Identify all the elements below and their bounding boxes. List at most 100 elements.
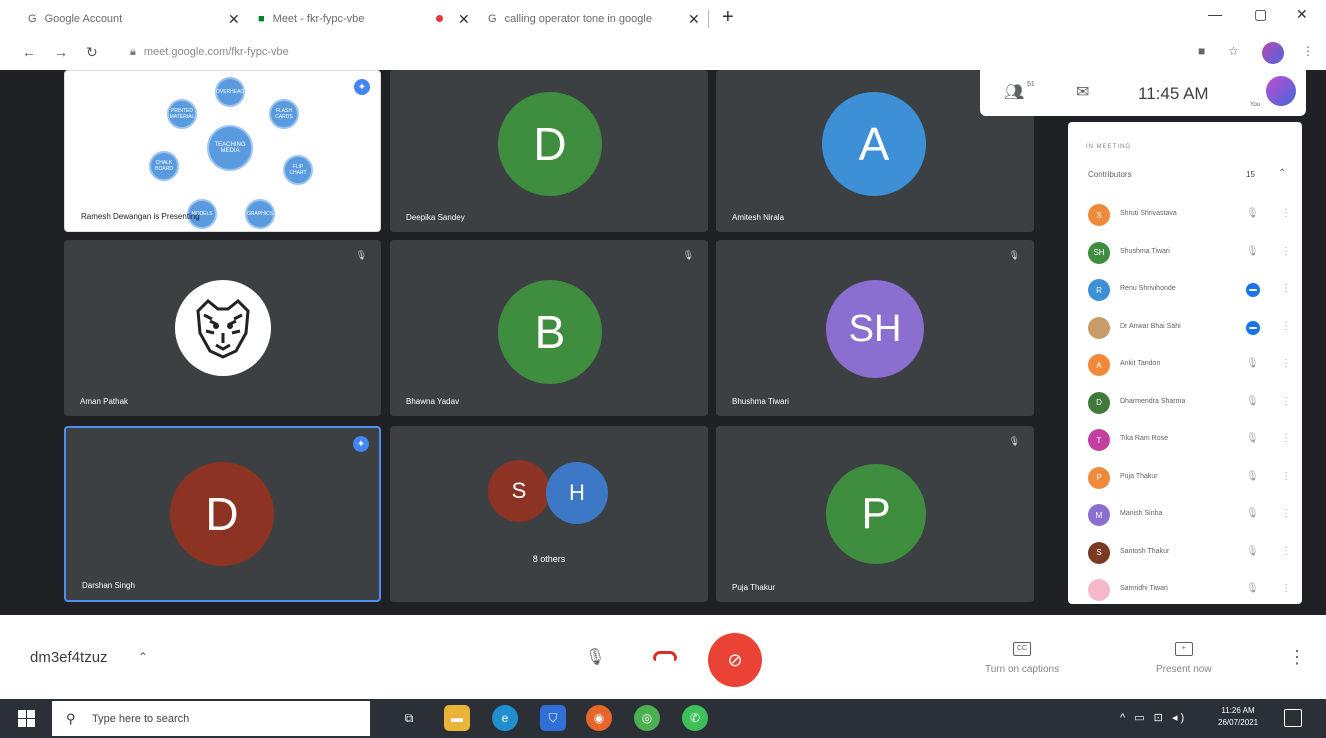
participant-avatar: R <box>1088 279 1110 301</box>
others-tile[interactable]: S H 8 others <box>390 426 708 602</box>
search-icon: ⚲ <box>66 711 76 726</box>
participant-name: Ankit Tandon <box>1120 360 1161 367</box>
pin-icon[interactable]: ✦ <box>353 436 369 452</box>
participant-row[interactable]: S Shruti Shrivastava 🎙︎ ⋮ <box>1088 204 1291 226</box>
close-icon[interactable]: ✕ <box>458 11 470 28</box>
close-icon[interactable]: ✕ <box>228 11 240 28</box>
back-button[interactable]: ← <box>22 44 36 60</box>
diagram-node: FLIP CHART <box>283 155 313 185</box>
meeting-clock: 11:45 AM <box>1138 84 1209 103</box>
meeting-code[interactable]: dm3ef4tzuz <box>30 649 108 666</box>
close-icon[interactable]: ✕ <box>688 11 700 28</box>
panel-heading: IN MEETING <box>1086 144 1132 150</box>
avatar <box>175 280 271 376</box>
camera-off-button[interactable]: ⊘ <box>708 633 762 687</box>
firefox-icon[interactable]: ◉ <box>586 705 612 731</box>
participant-row[interactable]: Samridhi Tiwari 🎙︎ ⋮ <box>1088 579 1291 601</box>
microphone-button[interactable]: 🎙︎ <box>585 647 605 667</box>
participant-name: Renu Shrivihonde <box>1120 285 1176 292</box>
participant-avatar <box>1088 579 1110 601</box>
chevron-up-icon[interactable]: ⌃ <box>138 650 148 664</box>
chevron-up-icon[interactable]: ⌃ <box>1278 168 1286 179</box>
mic-off-icon: 🎙︎ <box>1246 470 1259 482</box>
captions-button[interactable]: CC Turn on captions <box>985 637 1059 675</box>
whatsapp-icon[interactable]: ✆ <box>682 705 708 731</box>
participant-row[interactable]: SH Shushma Tiwari 🎙︎ ⋮ <box>1088 241 1291 264</box>
participant-tile[interactable]: 🎙︎ P Puja Thakur <box>716 426 1034 602</box>
participant-tile-active-speaker[interactable]: ✦ D Darshan Singh <box>64 426 381 602</box>
minimize-button[interactable]: — <box>1208 6 1222 22</box>
participant-tile[interactable]: D Deepika Sandey <box>390 70 708 232</box>
diagram-center-node: TEACHING MEDIA <box>207 125 253 171</box>
participant-row[interactable]: R Renu Shrivihonde ⋮ <box>1088 279 1291 301</box>
new-tab-button[interactable]: + <box>722 6 734 29</box>
participant-name: Santosh Thakur <box>1120 547 1170 555</box>
people-icon[interactable]: 👥︎ <box>1004 82 1024 102</box>
tab-meet[interactable]: ■ Meet - fkr-fypc-vbe ✕ <box>258 6 483 32</box>
participant-name: Bhushma Tiwari <box>732 397 789 406</box>
presentation-tile[interactable]: TEACHING MEDIA OVERHEAD FLASH CARDS FLIP… <box>64 70 381 232</box>
avatar: SH <box>826 280 924 378</box>
url-field[interactable]: 🔒︎ meet.google.com/fkr-fypc-vbe <box>130 46 289 59</box>
participant-row[interactable]: D Dharmendra Sharma 🎙︎ ⋮ <box>1088 391 1291 414</box>
more-options-icon[interactable]: ⋮ <box>1281 471 1291 482</box>
participant-tile[interactable]: 🎙︎ Aman Pathak <box>64 240 381 416</box>
window-close-button[interactable]: ✕ <box>1296 6 1308 23</box>
participant-row[interactable]: P Puja Thakur 🎙︎ ⋮ <box>1088 466 1291 489</box>
taskbar-clock[interactable]: 11:26 AM 26/07/2021 <box>1218 705 1258 729</box>
participant-avatar: S <box>1088 204 1110 226</box>
chat-icon[interactable]: ✉︎ <box>1076 82 1089 102</box>
participant-name: Aman Pathak <box>80 397 129 406</box>
more-options-icon[interactable]: ⋮ <box>1288 647 1306 668</box>
tab-calling-operator-tone[interactable]: G calling operator tone in google ✕ <box>488 6 713 32</box>
present-now-button[interactable]: + Present now <box>1156 637 1212 675</box>
notifications-icon[interactable] <box>1284 709 1302 727</box>
menu-kebab-icon[interactable]: ⋮ <box>1302 44 1314 58</box>
participant-row[interactable]: S Santosh Thakur 🎙︎ ⋮ <box>1088 541 1291 564</box>
participant-name: Dr Anwar Bhai Sahi <box>1120 322 1181 330</box>
diagram-node: GRAPHICS <box>245 199 275 229</box>
more-options-icon[interactable]: ⋮ <box>1281 283 1291 294</box>
more-options-icon[interactable]: ⋮ <box>1281 321 1291 332</box>
more-options-icon[interactable]: ⋮ <box>1281 358 1291 369</box>
forward-button[interactable]: → <box>54 44 68 60</box>
bookmark-star-icon[interactable]: ☆ <box>1228 44 1239 58</box>
more-options-icon[interactable]: ⋮ <box>1281 508 1291 519</box>
participant-row[interactable]: Dr Anwar Bhai Sahi ⋮ <box>1088 316 1291 339</box>
more-options-icon[interactable]: ⋮ <box>1281 583 1291 594</box>
restore-button[interactable]: ▢ <box>1254 6 1267 23</box>
participant-avatar: T <box>1088 429 1110 451</box>
captions-icon: CC <box>1013 642 1032 656</box>
reload-button[interactable]: ↻ <box>86 44 98 61</box>
windows-start-icon[interactable] <box>18 710 35 727</box>
search-placeholder: Type here to search <box>92 713 190 725</box>
participant-row[interactable]: M Manish Sinha 🎙︎ ⋮ <box>1088 504 1291 526</box>
hang-up-button[interactable] <box>653 651 677 661</box>
more-options-icon[interactable]: ⋮ <box>1281 208 1291 219</box>
tab-google-account[interactable]: G Google Account ✕ <box>28 6 253 32</box>
avatar: B <box>498 280 602 384</box>
edge-icon[interactable]: e <box>492 705 518 731</box>
more-options-icon[interactable]: ⋮ <box>1281 433 1291 444</box>
participant-row[interactable]: T Tika Ram Rose 🎙︎ ⋮ <box>1088 429 1291 451</box>
more-options-icon[interactable]: ⋮ <box>1281 396 1291 407</box>
camera-indicator-icon[interactable]: ■ <box>1198 44 1205 58</box>
defender-icon[interactable]: ⛉ <box>540 705 566 731</box>
pin-icon[interactable]: ✦ <box>354 79 370 95</box>
participant-avatar: M <box>1088 504 1110 526</box>
self-avatar[interactable] <box>1266 76 1296 106</box>
chrome-icon[interactable]: ◎ <box>634 705 660 731</box>
url-text: meet.google.com/fkr-fypc-vbe <box>143 46 289 58</box>
task-view-icon[interactable]: ⧉ <box>396 705 422 731</box>
file-explorer-icon[interactable]: ▬ <box>444 705 470 731</box>
participant-tile[interactable]: 🎙︎ SH Bhushma Tiwari <box>716 240 1034 416</box>
participant-row[interactable]: A Ankit Tandon 🎙︎ ⋮ <box>1088 354 1291 376</box>
participant-tile[interactable]: 🎙︎ B Bhawna Yadav <box>390 240 708 416</box>
taskbar-search[interactable]: ⚲ Type here to search <box>52 701 370 736</box>
mic-off-icon: 🎙︎ <box>1246 508 1259 519</box>
more-options-icon[interactable]: ⋮ <box>1281 246 1291 257</box>
more-options-icon[interactable]: ⋮ <box>1281 546 1291 557</box>
profile-avatar[interactable] <box>1262 42 1284 64</box>
system-tray[interactable]: ^ ▭ ⊡ ◂) <box>1120 711 1187 724</box>
contributors-section-header[interactable]: Contributors 15 ⌃ <box>1088 168 1288 184</box>
